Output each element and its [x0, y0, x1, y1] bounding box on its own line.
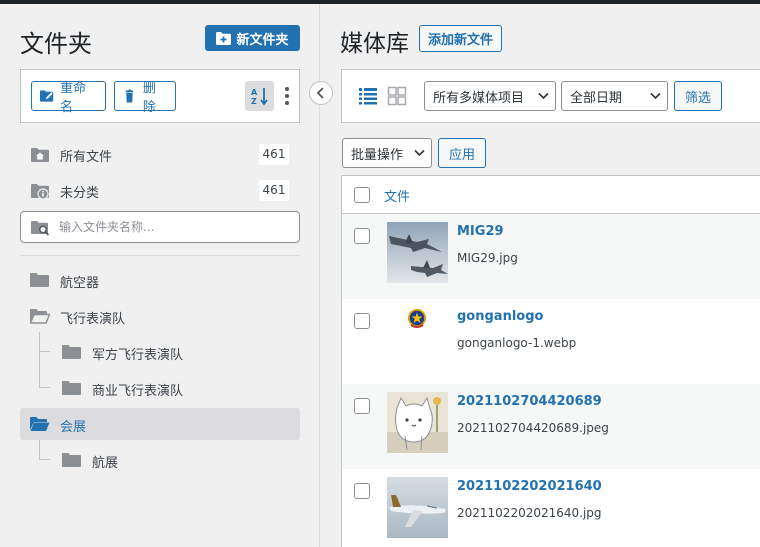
folder-panel-title: 文件夹 — [20, 30, 92, 58]
folder-tree-label: 航展 — [92, 456, 119, 471]
select-all-checkbox[interactable] — [354, 187, 370, 203]
folder-plus-icon — [216, 31, 232, 45]
bulk-actions-select[interactable]: 批量操作 — [342, 138, 432, 168]
svg-text:A: A — [251, 88, 258, 97]
folder-divider — [20, 255, 300, 256]
apply-button[interactable]: 应用 — [438, 138, 486, 168]
media-table: 文件 MIG29 MIG29.jpg gonganlogo gonganlogo… — [341, 175, 760, 547]
folder-all-files-label: 所有文件 — [60, 150, 113, 165]
rename-button[interactable]: 重命名 — [31, 81, 106, 115]
folder-tree-label: 商业飞行表演队 — [92, 384, 184, 399]
folder-icon — [62, 381, 81, 395]
folder-icon — [30, 273, 49, 287]
filter-button[interactable]: 筛选 — [674, 81, 722, 111]
media-type-select[interactable]: 所有多媒体项目 — [424, 81, 556, 111]
row-checkbox[interactable] — [354, 398, 370, 414]
chevron-down-icon — [650, 92, 661, 100]
table-header: 文件 — [342, 176, 760, 214]
chevron-down-icon — [414, 149, 425, 157]
table-row: 2021102704420689 2021102704420689.jpeg — [342, 384, 760, 469]
media-filename: gonganlogo-1.webp — [457, 336, 577, 350]
folder-icon — [62, 453, 81, 467]
thumbnail-airliner[interactable] — [387, 477, 448, 538]
media-filename: 2021102202021640.jpg — [457, 506, 602, 520]
media-title-link[interactable]: 2021102704420689 — [457, 394, 602, 409]
folder-icon — [62, 345, 81, 359]
media-library-title: 媒体库 — [340, 31, 409, 57]
collapse-panel-button[interactable] — [309, 81, 333, 105]
sort-button[interactable]: A Z — [245, 81, 274, 111]
chevron-down-icon — [538, 92, 549, 100]
folder-search-input[interactable] — [59, 216, 294, 238]
thumbnail-cat-sketch[interactable] — [387, 392, 448, 453]
bulk-actions-value: 批量操作 — [351, 147, 404, 163]
svg-text:Z: Z — [251, 97, 257, 106]
chevron-left-icon — [316, 87, 324, 99]
media-filename: MIG29.jpg — [457, 251, 518, 265]
folder-tree-label: 航空器 — [60, 276, 100, 291]
folder-tree-item-active[interactable]: 会展 — [20, 408, 300, 440]
folder-uncategorized-label: 未分类 — [60, 186, 100, 201]
media-title-link[interactable]: 2021102202021640 — [457, 479, 602, 494]
folder-tree-item[interactable]: 航空器 — [20, 264, 300, 296]
folder-search-icon — [31, 221, 50, 236]
folder-uncategorized[interactable]: 未分类 461 — [20, 176, 300, 206]
media-filename: 2021102704420689.jpeg — [457, 421, 609, 435]
folder-toolbar: 重命名 删除 A Z — [20, 69, 300, 123]
media-title-link[interactable]: gonganlogo — [457, 309, 543, 324]
thumbnail-emblem[interactable] — [387, 307, 448, 368]
folder-panel: 文件夹 新文件夹 重命名 删除 A Z 所有文件 461 未分类 461 输入文… — [0, 4, 320, 547]
folder-search-box — [20, 211, 300, 243]
media-filter-bar: 所有多媒体项目 全部日期 筛选 — [341, 69, 760, 123]
folder-open-icon — [30, 309, 50, 324]
more-options-icon[interactable] — [279, 83, 295, 109]
folder-tree-item[interactable]: 军方飞行表演队 — [20, 336, 300, 368]
folder-tree-label: 军方飞行表演队 — [92, 348, 184, 363]
folder-tree-label: 飞行表演队 — [60, 312, 126, 327]
trash-icon — [125, 89, 134, 103]
media-title-link[interactable]: MIG29 — [457, 224, 504, 239]
new-folder-label: 新文件夹 — [236, 32, 289, 48]
rename-label: 重命名 — [60, 81, 87, 115]
column-file-header[interactable]: 文件 — [384, 186, 410, 205]
delete-button[interactable]: 删除 — [114, 81, 176, 115]
list-view-icon[interactable] — [358, 86, 378, 106]
table-row: gonganlogo gonganlogo-1.webp — [342, 299, 760, 384]
grid-view-icon[interactable] — [387, 86, 407, 106]
row-checkbox[interactable] — [354, 313, 370, 329]
folder-uncategorized-count: 461 — [259, 180, 289, 201]
folder-tree-label: 会展 — [60, 420, 87, 435]
folder-edit-icon — [40, 90, 54, 102]
folder-open-icon — [30, 417, 50, 431]
row-checkbox[interactable] — [354, 483, 370, 499]
date-value: 全部日期 — [570, 90, 623, 106]
folder-tree-item[interactable]: 飞行表演队 — [20, 300, 300, 332]
new-folder-button[interactable]: 新文件夹 — [205, 25, 300, 51]
folder-tree-item[interactable]: 航展 — [20, 444, 300, 476]
thumbnail-jets[interactable] — [387, 222, 448, 283]
home-folder-icon — [31, 148, 49, 162]
folder-tree-item[interactable]: 商业飞行表演队 — [20, 372, 300, 404]
row-checkbox[interactable] — [354, 228, 370, 244]
table-row: MIG29 MIG29.jpg — [342, 214, 760, 299]
delete-label: 删除 — [142, 81, 156, 115]
table-row: 2021102202021640 2021102202021640.jpg — [342, 469, 760, 547]
add-new-file-button[interactable]: 添加新文件 — [419, 25, 502, 52]
media-type-value: 所有多媒体项目 — [433, 90, 525, 106]
folder-all-files-count: 461 — [259, 144, 289, 165]
sort-alpha-icon: A Z — [251, 88, 268, 106]
date-select[interactable]: 全部日期 — [561, 81, 668, 111]
folder-info-icon — [31, 184, 49, 200]
folder-all-files[interactable]: 所有文件 461 — [20, 140, 300, 170]
